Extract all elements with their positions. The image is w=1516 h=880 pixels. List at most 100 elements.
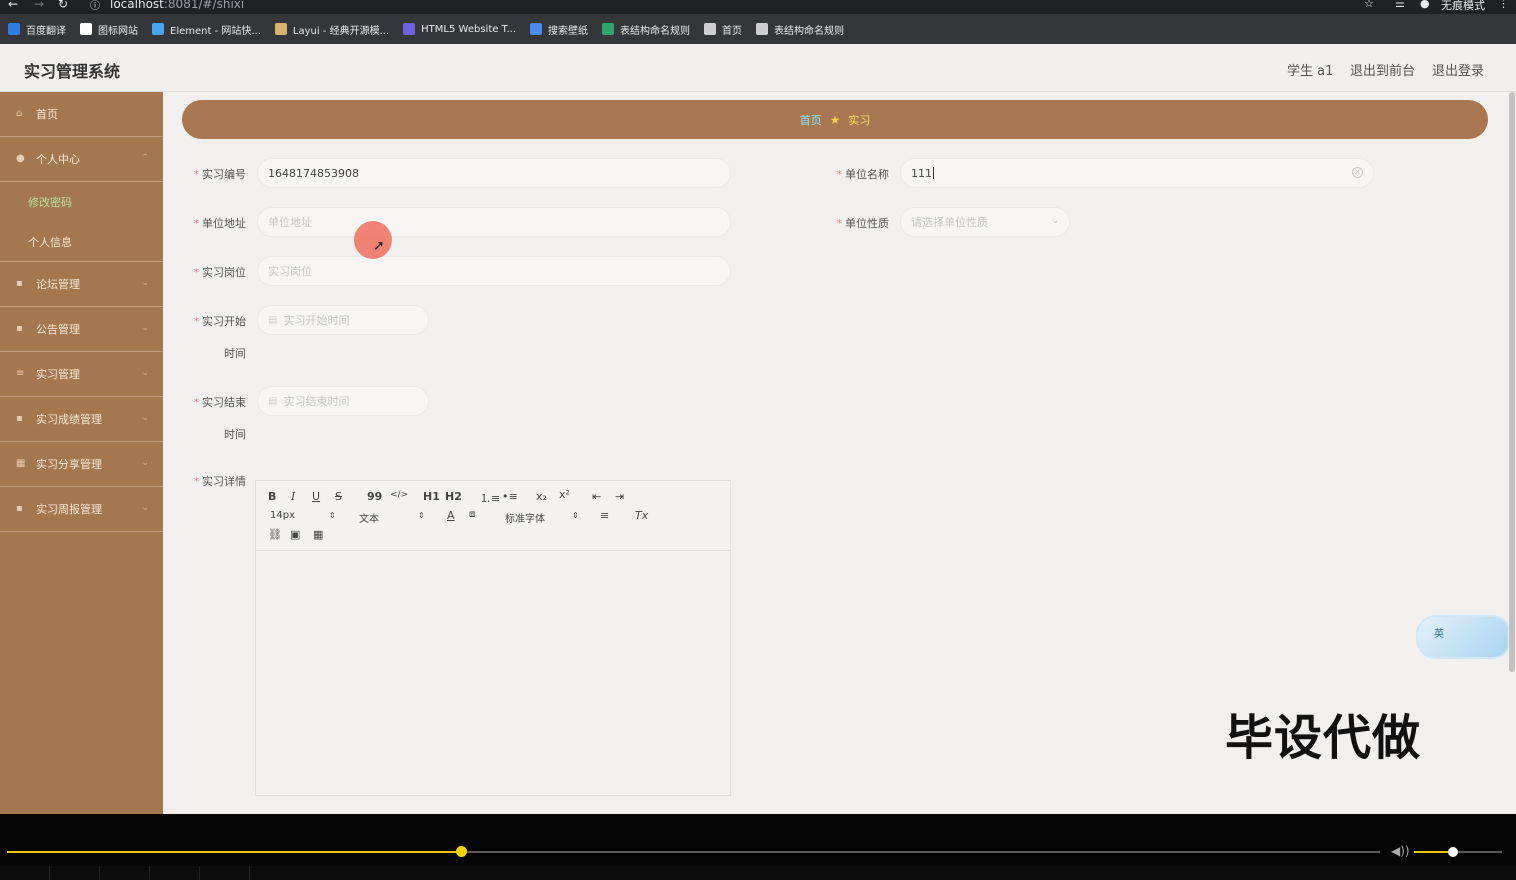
start-time-picker[interactable]: ▤ 实习开始时间 [257, 305, 429, 335]
bold-icon[interactable]: B [268, 490, 276, 503]
strike-icon[interactable]: S [335, 490, 342, 503]
volume-track[interactable] [1414, 847, 1502, 857]
header1-icon[interactable]: H1 [423, 490, 440, 503]
label-start-time-2: 时间 [224, 347, 246, 360]
scroll-thumb[interactable] [1509, 92, 1515, 672]
editor-content-area[interactable] [256, 551, 730, 795]
quote-icon[interactable]: 99 [367, 490, 382, 503]
header2-icon[interactable]: H2 [445, 490, 462, 503]
sidebar-subitem-password[interactable]: 修改密码 [0, 182, 163, 222]
align-icon[interactable]: ≡ [600, 509, 609, 522]
sidebar-item-label: 个人中心 [36, 153, 80, 166]
bookmark-item[interactable]: Layui - 经典开源模... [274, 22, 389, 37]
chevron-up-icon: ⌃ [141, 153, 149, 163]
indent-icon[interactable]: ⇥ [615, 490, 624, 503]
forward-icon[interactable]: → [34, 0, 44, 11]
end-time-picker[interactable]: ▤ 实习结束时间 [257, 386, 429, 416]
sidebar-item-label: 实习分享管理 [36, 458, 102, 471]
sidebar-item-shixi[interactable]: ≡ 实习管理 ⌄ [0, 352, 163, 397]
end-time-placeholder: 实习结束时间 [283, 395, 350, 408]
progress-knob[interactable] [456, 846, 468, 857]
control-slot[interactable] [0, 866, 50, 880]
url-bar[interactable]: localhost:8081/#/shixi [110, 0, 244, 11]
sidebar-item-label: 实习周报管理 [36, 503, 102, 516]
control-slot[interactable] [50, 866, 100, 880]
sidebar-item-report[interactable]: ▪ 实习周报管理 ⌄ [0, 487, 163, 532]
underline-icon[interactable]: U [312, 490, 320, 503]
danwei-mingcheng-input[interactable]: 111 × [900, 158, 1374, 188]
sidebar-item-notice[interactable]: ▪ 公告管理 ⌄ [0, 307, 163, 352]
bookmark-item[interactable]: 百度翻译 [8, 22, 66, 37]
sidebar-item-label: 公告管理 [36, 323, 80, 336]
link-icon[interactable]: ⛓ [268, 528, 282, 541]
font-family-select[interactable]: 标准字体 ⇕ [505, 510, 579, 525]
bookmark-item[interactable]: 首页 [704, 22, 742, 37]
italic-icon[interactable]: I [291, 490, 295, 503]
outdent-icon[interactable]: ⇤ [592, 490, 601, 503]
sidebar-item-forum[interactable]: ▪ 论坛管理 ⌄ [0, 262, 163, 307]
breadcrumb: 首页 ★ 实习 [182, 100, 1488, 139]
bookmark-item[interactable]: HTML5 Website T... [403, 23, 516, 35]
list-icon: ≡ [16, 368, 25, 379]
bookmark-label: 百度翻译 [26, 25, 66, 37]
bullet-list-icon[interactable]: •≡ [502, 490, 518, 503]
breadcrumb-home[interactable]: 首页 [800, 112, 822, 128]
chevron-down-icon: ⌄ [141, 503, 149, 513]
back-icon[interactable]: ← [8, 0, 18, 11]
font-size-select[interactable]: 14px ⇕ [270, 510, 336, 521]
subscript-icon[interactable]: x₂ [536, 490, 547, 503]
sidebar-item-home[interactable]: ⌂ 首页 [0, 92, 163, 137]
rich-text-editor: B I U S 99 </> H1 H2 ⒈≡ •≡ x₂ x² ⇤ ⇥ 14p… [255, 480, 731, 796]
bookmark-label: 表结构命名规则 [774, 25, 845, 37]
screen: ← → ↻ ⓘ localhost:8081/#/shixi ☆ ☰ ● 无痕模… [0, 0, 1516, 880]
video-icon[interactable]: ▦ [313, 528, 323, 541]
control-slot[interactable] [200, 866, 250, 880]
image-icon[interactable]: ▣ [290, 528, 300, 541]
sidebar-item-label: 论坛管理 [36, 278, 80, 291]
font-color-icon[interactable]: A [447, 509, 455, 522]
bg-color-icon[interactable]: ⧈ [469, 509, 475, 520]
bookmark-item[interactable]: 搜索壁纸 [530, 22, 588, 37]
updown-icon: ⇕ [329, 511, 336, 520]
control-slot[interactable] [150, 866, 200, 880]
sidebar-item-grade[interactable]: ▪ 实习成绩管理 ⌄ [0, 397, 163, 442]
control-slot[interactable] [100, 866, 150, 880]
star-icon[interactable]: ☆ [1364, 0, 1374, 10]
player-controls-strip [0, 866, 1516, 880]
progress-track[interactable] [7, 846, 1380, 857]
page-scrollbar[interactable] [1508, 92, 1516, 814]
danwei-xingzhi-select[interactable]: 请选择单位性质 ⌄ [900, 207, 1070, 237]
logout-link[interactable]: 退出登录 [1432, 60, 1484, 79]
sidebar-item-personal[interactable]: ● 个人中心 ⌃ [0, 137, 163, 182]
shixi-gangwei-input[interactable]: 实习岗位 [257, 256, 731, 286]
danwei-dizhi-input[interactable]: 单位地址 [257, 207, 731, 237]
exit-front-link[interactable]: 退出到前台 [1350, 60, 1415, 79]
bookmark-item[interactable]: 表结构命名规则 [602, 22, 690, 37]
superscript-icon[interactable]: x² [559, 488, 570, 501]
clear-icon[interactable]: × [1352, 167, 1363, 178]
clear-format-icon[interactable]: Tx [635, 509, 648, 522]
shixi-bianhao-input[interactable]: 1648174853908 [257, 158, 731, 188]
code-icon[interactable]: </> [390, 490, 408, 500]
bookmark-item[interactable]: 图标网站 [80, 22, 138, 37]
tab-search-icon[interactable]: ☰ [1395, 0, 1405, 10]
volume-knob[interactable] [1447, 847, 1458, 857]
sidebar-item-share[interactable]: ▦ 实习分享管理 ⌄ [0, 442, 163, 487]
bookmark-item[interactable]: Element - 网站快... [152, 22, 261, 37]
bookmark-icon [8, 23, 20, 35]
bookmark-label: Element - 网站快... [170, 25, 261, 37]
label-detail: * 实习详情 [193, 475, 247, 488]
sidebar-subitem-info[interactable]: 个人信息 [0, 222, 163, 262]
volume-icon[interactable]: ◀)) [1391, 844, 1410, 858]
font-family-value: 标准字体 [505, 514, 545, 525]
bookmark-item[interactable]: 表结构命名规则 [756, 22, 844, 37]
input-method-widget[interactable]: 英 [1416, 615, 1512, 659]
forum-icon: ▪ [16, 278, 23, 289]
chevron-down-icon: ⌄ [141, 368, 149, 378]
notice-icon: ▪ [16, 323, 23, 334]
reload-icon[interactable]: ↻ [58, 0, 68, 11]
menu-icon[interactable]: ⋮ [1498, 0, 1509, 10]
ordered-list-icon[interactable]: ⒈≡ [480, 490, 500, 506]
sidebar-item-label: 首页 [36, 108, 58, 121]
paragraph-select[interactable]: 文本 ⇕ [359, 510, 425, 525]
